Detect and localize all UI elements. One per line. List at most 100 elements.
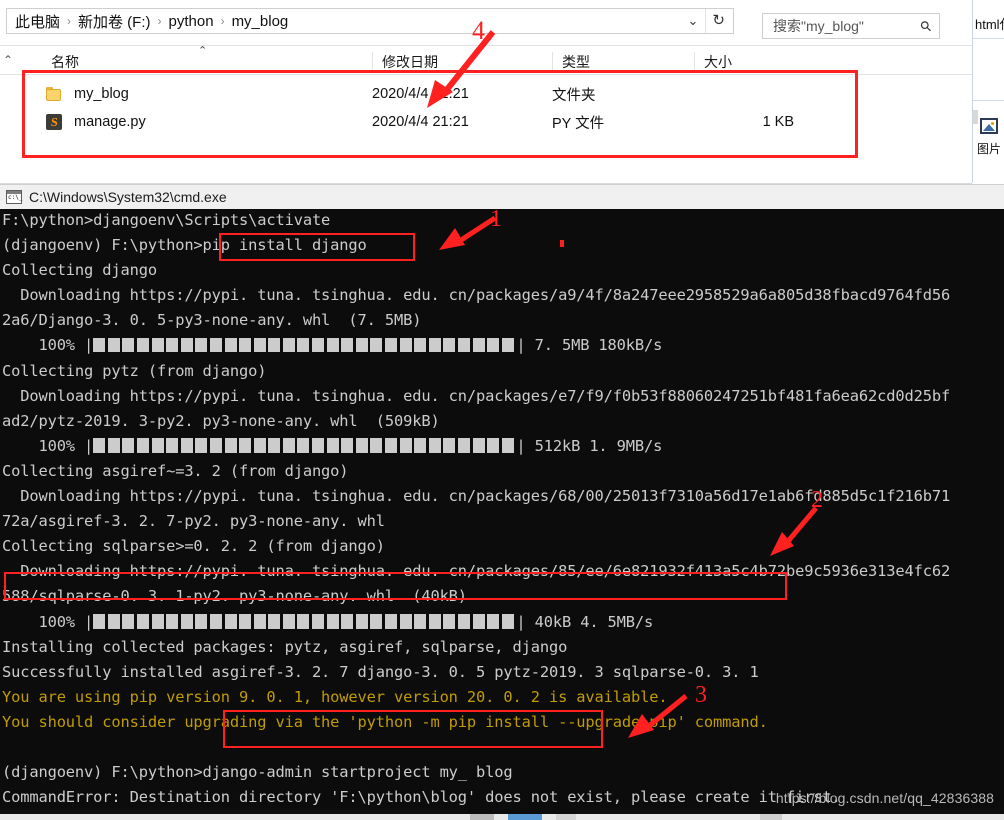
breadcrumb: 此电脑 › 新加卷 (F:) › python › my_blog <box>7 11 288 32</box>
terminal-line-text: 100% | <box>2 436 94 455</box>
terminal-line-text: 72a/asgiref-3. 2. 7-py2. py3-none-any. w… <box>2 512 385 531</box>
terminal-line: F:\python>djangoenv\Scripts\activate <box>0 208 1004 233</box>
address-bar[interactable]: 此电脑 › 新加卷 (F:) › python › my_blog ⌄ ↻ <box>6 8 734 34</box>
taskbar-item[interactable] <box>470 814 494 820</box>
file-name: my_blog <box>74 86 129 102</box>
scroll-up-icon[interactable]: ⌃ <box>3 53 13 67</box>
progress-bar <box>93 437 516 455</box>
terminal-line-text: 588/sqlparse-0. 3. 1-py2. py3-none-any. … <box>2 587 467 606</box>
sort-ascending-icon: ⌃ <box>198 45 208 57</box>
terminal-line: Downloading https://pypi. tuna. tsinghua… <box>0 384 1004 409</box>
terminal-line: 100% | | 40kB 4. 5MB/s <box>0 610 1004 635</box>
panel-divider <box>973 100 1004 101</box>
terminal-line-text: Successfully installed asgiref-3. 2. 7 d… <box>2 662 759 681</box>
progress-bar-stats: | 512kB 1. 9MB/s <box>516 436 663 455</box>
terminal-line: 100% | | 7. 5MB 180kB/s <box>0 333 1004 358</box>
terminal-line-text: CommandError: Destination directory 'F:\… <box>2 788 841 807</box>
taskbar-item[interactable] <box>760 814 782 820</box>
terminal-line-text: Collecting pytz (from django) <box>2 361 267 380</box>
breadcrumb-item-3[interactable]: my_blog <box>232 13 289 30</box>
terminal-output[interactable]: F:\python>djangoenv\Scripts\activate (dja… <box>0 208 1004 820</box>
column-header-type[interactable]: 类型 <box>552 52 694 72</box>
terminal-line: Collecting sqlparse>=0. 2. 2 (from djang… <box>0 534 1004 559</box>
terminal-line: Downloading https://pypi. tuna. tsinghua… <box>0 484 1004 509</box>
terminal-line: 588/sqlparse-0. 3. 1-py2. py3-none-any. … <box>0 584 1004 609</box>
terminal-line-text: (djangoenv) F:\python>pip install django <box>2 236 367 255</box>
breadcrumb-separator-icon: › <box>67 14 72 28</box>
address-bar-row: 此电脑 › 新加卷 (F:) › python › my_blog ⌄ ↻ 搜索… <box>0 5 972 39</box>
side-panel: html代码 图片 <box>972 0 1004 183</box>
search-placeholder: 搜索"my_blog" <box>773 18 864 34</box>
file-explorer-window: 此电脑 › 新加卷 (F:) › python › my_blog ⌄ ↻ 搜索… <box>0 0 972 184</box>
file-name: manage.py <box>74 114 146 130</box>
breadcrumb-separator-icon: › <box>220 14 225 28</box>
table-row[interactable]: my_blog 2020/4/4 21:21 文件夹 <box>0 80 972 108</box>
column-header-size[interactable]: 大小 <box>694 52 804 72</box>
terminal-line: 100% | | 512kB 1. 9MB/s <box>0 434 1004 459</box>
console-icon <box>6 190 22 204</box>
terminal-line-text: Collecting asgiref~=3. 2 (from django) <box>2 461 349 480</box>
address-bar-tools: ⌄ ↻ <box>681 9 731 33</box>
taskbar-item[interactable] <box>556 814 576 820</box>
terminal-line: Downloading https://pypi. tuna. tsinghua… <box>0 559 1004 584</box>
taskbar-strip <box>0 814 1004 820</box>
terminal-line-text: Downloading https://pypi. tuna. tsinghua… <box>2 487 951 506</box>
terminal-line: You should consider upgrading via the 'p… <box>0 710 1004 735</box>
terminal-line-text: 100% | <box>2 336 94 355</box>
terminal-line: You are using pip version 9. 0. 1, howev… <box>0 685 1004 710</box>
terminal-line-text: You are using pip version 9. 0. 1, howev… <box>2 687 668 706</box>
file-size: 1 KB <box>762 114 794 130</box>
cmd-window: C:\Windows\System32\cmd.exe F:\python>dj… <box>0 184 1004 820</box>
terminal-line: 2a6/Django-3. 0. 5-py3-none-any. whl (7.… <box>0 308 1004 333</box>
terminal-line-text: Downloading https://pypi. tuna. tsinghua… <box>2 386 951 405</box>
terminal-line-text: You should consider upgrading via the 'p… <box>2 712 768 731</box>
terminal-line: Collecting asgiref~=3. 2 (from django) <box>0 459 1004 484</box>
terminal-line-text: 2a6/Django-3. 0. 5-py3-none-any. whl (7.… <box>2 311 422 330</box>
breadcrumb-item-2[interactable]: python <box>169 13 214 30</box>
column-header-date[interactable]: 修改日期 <box>372 52 552 72</box>
terminal-line: Collecting pytz (from django) <box>0 359 1004 384</box>
file-date: 2020/4/4 21:21 <box>372 86 469 102</box>
terminal-line: Collecting django <box>0 258 1004 283</box>
refresh-icon[interactable]: ↻ <box>705 9 731 33</box>
progress-bar <box>93 613 516 631</box>
file-type: PY 文件 <box>552 115 605 132</box>
picture-icon[interactable] <box>980 118 998 134</box>
terminal-line: ad2/pytz-2019. 3-py2. py3-none-any. whl … <box>0 409 1004 434</box>
sublime-text-icon: S <box>46 113 66 131</box>
terminal-line-text: (djangoenv) F:\python>django-admin start… <box>2 763 513 782</box>
table-row[interactable]: S manage.py 2020/4/4 21:21 PY 文件 1 KB <box>0 108 972 136</box>
taskbar-item[interactable] <box>508 814 542 820</box>
panel-scroll-marker <box>973 110 978 124</box>
terminal-line-text: Downloading https://pypi. tuna. tsinghua… <box>2 562 951 581</box>
terminal-line: (djangoenv) F:\python>django-admin start… <box>0 760 1004 785</box>
folder-icon <box>46 85 66 103</box>
search-input[interactable]: 搜索"my_blog" ⚲ <box>762 13 940 39</box>
terminal-line-text: Downloading https://pypi. tuna. tsinghua… <box>2 286 951 305</box>
terminal-line-text: Collecting sqlparse>=0. 2. 2 (from djang… <box>2 537 385 556</box>
terminal-line: (djangoenv) F:\python>pip install django <box>0 233 1004 258</box>
file-date: 2020/4/4 21:21 <box>372 114 469 130</box>
terminal-line: Successfully installed asgiref-3. 2. 7 d… <box>0 660 1004 685</box>
terminal-line: Installing collected packages: pytz, asg… <box>0 635 1004 660</box>
progress-bar-stats: | 7. 5MB 180kB/s <box>516 336 663 355</box>
chevron-down-icon[interactable]: ⌄ <box>681 9 706 33</box>
breadcrumb-separator-icon: › <box>157 14 162 28</box>
progress-bar-stats: | 40kB 4. 5MB/s <box>516 612 654 631</box>
panel-tab-label[interactable]: html代码 <box>975 14 1004 33</box>
terminal-line: Downloading https://pypi. tuna. tsinghua… <box>0 283 1004 308</box>
watermark: https://blog.csdn.net/qq_42836388 <box>775 790 994 806</box>
breadcrumb-item-1[interactable]: 新加卷 (F:) <box>78 11 151 32</box>
cmd-title-text: C:\Windows\System32\cmd.exe <box>29 189 227 205</box>
file-list: my_blog 2020/4/4 21:21 文件夹 S manage.py 2… <box>0 80 972 136</box>
panel-image-label: 图片 <box>977 142 1002 156</box>
terminal-line-text: Installing collected packages: pytz, asg… <box>2 637 568 656</box>
terminal-line-text: ad2/pytz-2019. 3-py2. py3-none-any. whl … <box>2 411 440 430</box>
breadcrumb-item-0[interactable]: 此电脑 <box>15 11 60 32</box>
terminal-line-text: Collecting django <box>2 261 157 280</box>
search-icon: ⚲ <box>916 16 935 35</box>
file-type: 文件夹 <box>552 87 596 104</box>
column-header-row: ⌃ 名称 修改日期 类型 大小 <box>0 45 972 75</box>
terminal-line-text: 100% | <box>2 612 94 631</box>
